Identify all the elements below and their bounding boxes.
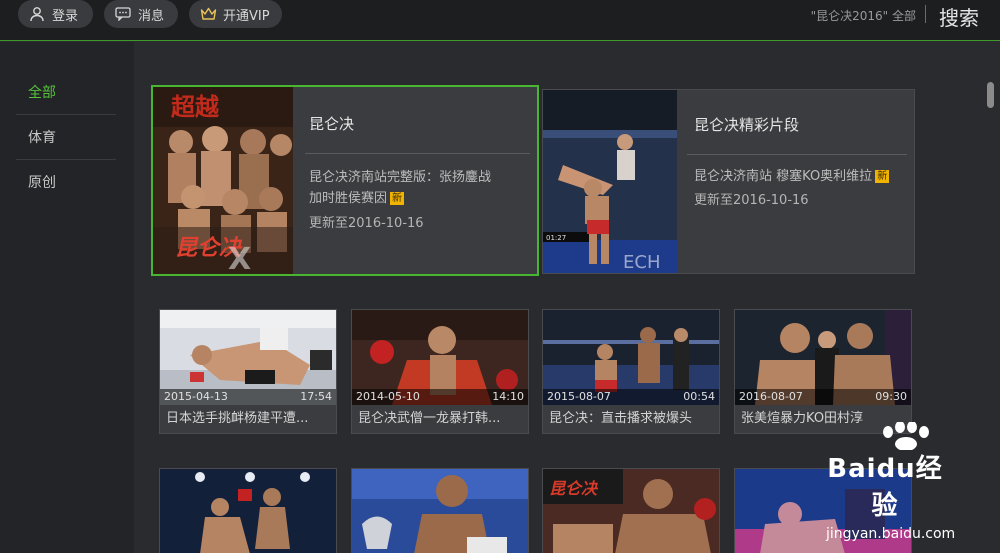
video-title: 昆仑决：直击播求被爆头 <box>549 411 693 426</box>
video-title: 昆仑决武僧一龙暴打韩... <box>358 411 501 426</box>
messages-label: 消息 <box>138 8 165 24</box>
crown-icon <box>199 5 217 23</box>
watermark-brand: Baidu经验 <box>827 454 943 521</box>
video-card[interactable]: 2016-08-07 09:30 张美煊暴力KO田村淳 <box>734 309 912 434</box>
featured-highlight-thumb: ECH 01:27 <box>543 90 677 273</box>
featured-poster: 超越 昆仑决 X <box>153 87 293 274</box>
svg-text:01:27: 01:27 <box>546 234 566 242</box>
featured-title: 昆仑决 <box>309 115 355 133</box>
video-card[interactable] <box>351 468 529 553</box>
video-thumbnail: 2015-08-07 00:54 <box>543 310 719 405</box>
featured-divider <box>687 154 907 155</box>
new-badge: 新 <box>390 192 405 205</box>
scrollbar-thumb[interactable] <box>987 82 994 108</box>
new-badge: 新 <box>875 170 890 183</box>
sidebar: 全部 体育 原创 <box>0 42 134 553</box>
video-card[interactable] <box>159 468 337 553</box>
video-meta: 2015-08-07 00:54 <box>543 389 719 405</box>
video-card[interactable]: 2015-04-13 17:54 日本选手挑衅杨建平遭... <box>159 309 337 434</box>
login-button[interactable]: 登录 <box>18 0 93 28</box>
user-icon <box>28 5 46 23</box>
sidebar-item-sports[interactable]: 体育 <box>16 116 116 160</box>
video-card[interactable]: 2014-05-10 14:10 昆仑决武僧一龙暴打韩... <box>351 309 529 434</box>
messages-button[interactable]: 消息 <box>104 0 178 28</box>
svg-text:昆仑决: 昆仑决 <box>549 479 599 498</box>
video-thumbnail: 2014-05-10 14:10 <box>352 310 528 405</box>
baidu-watermark: Baidu经验 jingyan.baidu.com <box>826 422 956 542</box>
svg-text:ECH: ECH <box>623 252 660 273</box>
featured-desc-line2: 加时胜侯赛因 <box>309 191 388 206</box>
featured-title: 昆仑决精彩片段 <box>694 116 800 134</box>
video-card[interactable]: 昆仑决 <box>542 468 720 553</box>
vip-button[interactable]: 开通VIP <box>189 0 282 28</box>
sidebar-item-all[interactable]: 全部 <box>16 71 116 115</box>
video-duration: 00:54 <box>683 390 715 403</box>
video-date: 2016-08-07 <box>739 390 803 403</box>
video-duration: 17:54 <box>300 390 332 403</box>
video-date: 2015-08-07 <box>547 390 611 403</box>
video-duration: 09:30 <box>875 390 907 403</box>
featured-desc-line1: 昆仑决济南站完整版：张扬鏖战 <box>309 170 492 185</box>
video-thumbnail: 昆仑决 <box>543 469 719 553</box>
search-divider <box>925 5 926 23</box>
featured-card-kunlun[interactable]: 超越 昆仑决 X 昆仑决 昆仑决济南站完整版：张扬鏖战 加时胜侯赛因新 更新至2… <box>151 85 539 276</box>
video-date: 2014-05-10 <box>356 390 420 403</box>
video-thumbnail <box>352 469 528 553</box>
video-meta: 2016-08-07 09:30 <box>735 389 911 405</box>
search-button[interactable]: 搜索 <box>939 2 979 31</box>
video-thumbnail: 2015-04-13 17:54 <box>160 310 336 405</box>
vip-label: 开通VIP <box>223 8 270 24</box>
featured-desc-line1: 昆仑决济南站 穆塞KO奥利维拉 <box>694 169 873 184</box>
message-icon <box>114 5 132 23</box>
top-bar: 登录 消息 开通VIP "昆仑决2016" 全部 搜索 <box>0 0 1000 41</box>
featured-desc: 昆仑决济南站完整版：张扬鏖战 加时胜侯赛因新 <box>309 167 491 209</box>
featured-divider <box>305 153 530 154</box>
featured-card-highlights[interactable]: ECH 01:27 昆仑决精彩片段 昆仑决济南站 穆塞KO奥利维拉新 更新至20… <box>542 89 915 274</box>
featured-updated: 更新至2016-10-16 <box>309 216 424 231</box>
video-thumbnail <box>160 469 336 553</box>
video-meta: 2015-04-13 17:54 <box>160 389 336 405</box>
paw-icon <box>883 422 929 450</box>
svg-text:X: X <box>228 242 251 274</box>
featured-desc: 昆仑决济南站 穆塞KO奥利维拉新 <box>694 166 890 187</box>
search-hint: "昆仑决2016" 全部 <box>810 9 916 23</box>
featured-updated: 更新至2016-10-16 <box>694 193 809 208</box>
watermark-url: jingyan.baidu.com <box>826 526 956 542</box>
video-date: 2015-04-13 <box>164 390 228 403</box>
video-meta: 2014-05-10 14:10 <box>352 389 528 405</box>
sidebar-item-original[interactable]: 原创 <box>16 161 116 205</box>
login-label: 登录 <box>52 8 79 24</box>
video-title: 日本选手挑衅杨建平遭... <box>166 411 309 426</box>
svg-text:超越: 超越 <box>171 93 220 121</box>
video-duration: 14:10 <box>492 390 524 403</box>
video-card[interactable]: 2015-08-07 00:54 昆仑决：直击播求被爆头 <box>542 309 720 434</box>
video-thumbnail: 2016-08-07 09:30 <box>735 310 911 405</box>
